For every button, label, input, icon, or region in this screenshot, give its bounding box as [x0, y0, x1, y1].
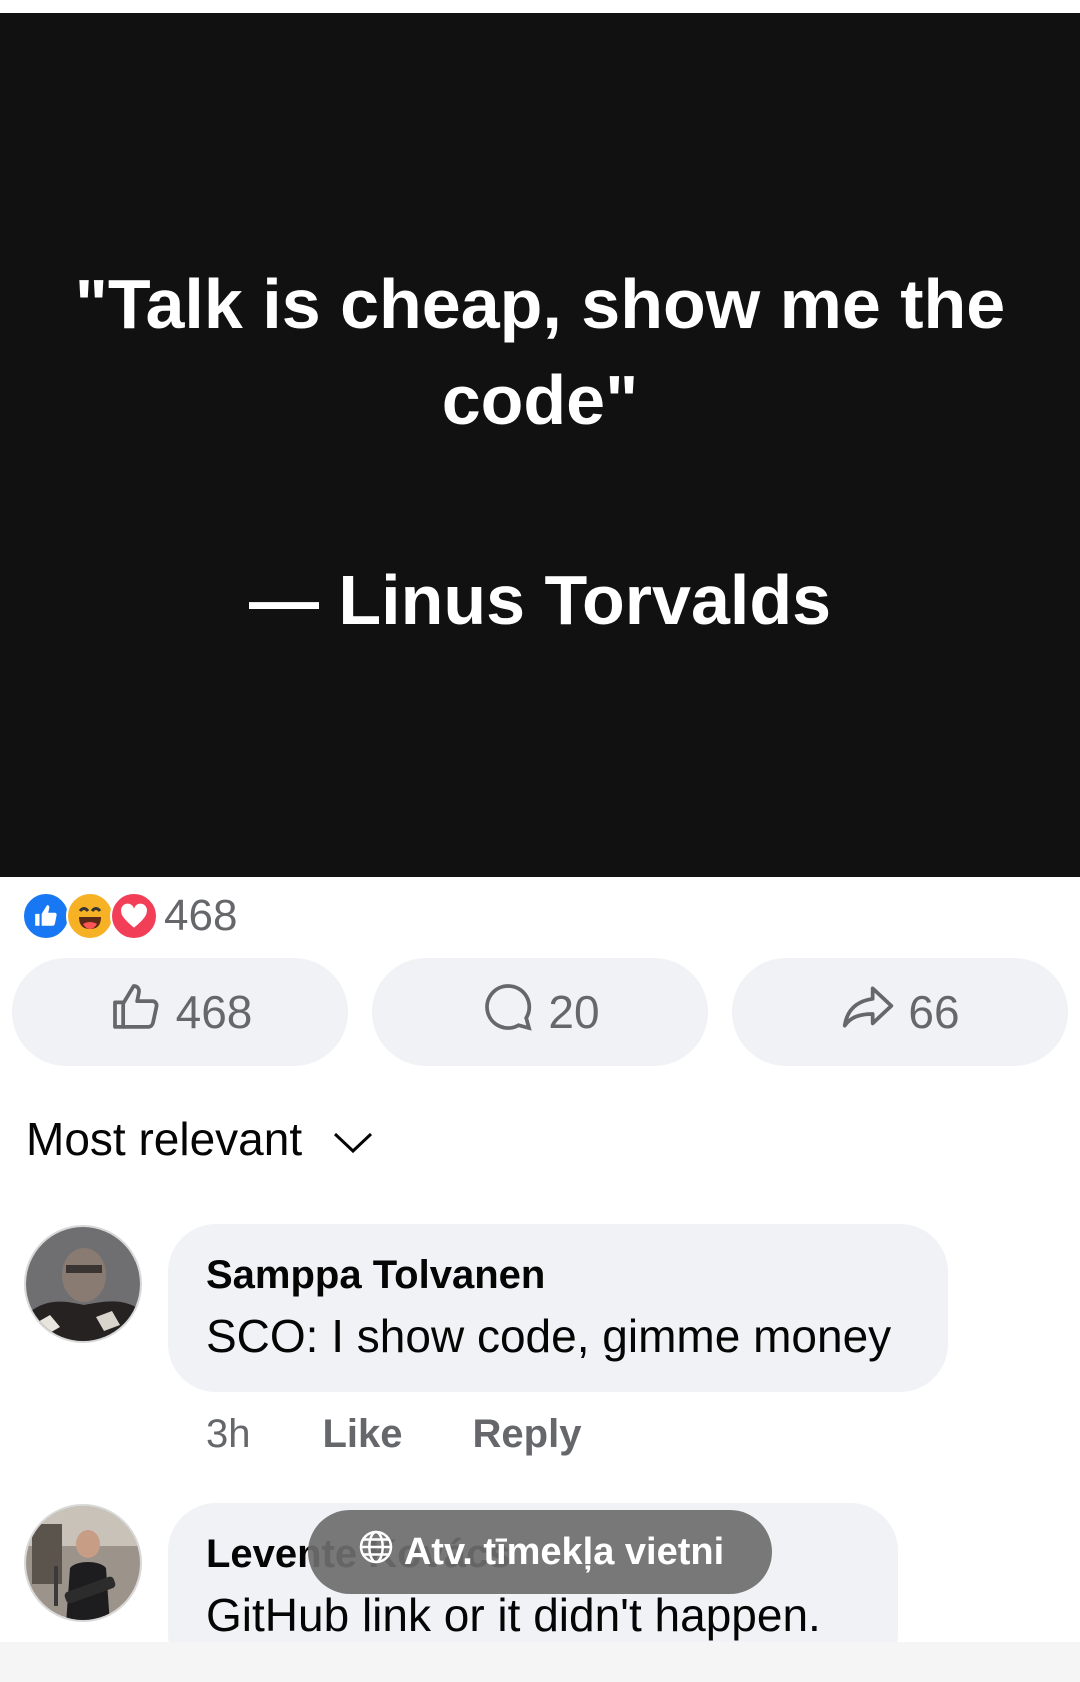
sort-label: Most relevant — [26, 1113, 303, 1165]
toast-label: Atv. tīmekļa vietni — [403, 1530, 725, 1573]
comment-button[interactable]: 20 — [372, 958, 708, 1066]
comment-bubble-icon — [480, 979, 548, 1046]
reaction-count: 468 — [164, 891, 238, 940]
comment-like-button[interactable]: Like — [323, 1412, 403, 1457]
quote-text: "Talk is cheap, show me the code" — [40, 256, 1040, 448]
quote-line-2: code" — [441, 361, 639, 439]
quote-line-1: "Talk is cheap, show me the — [74, 265, 1006, 343]
like-button[interactable]: 468 — [12, 958, 348, 1066]
haha-reaction-icon — [66, 892, 114, 940]
share-count: 66 — [908, 986, 960, 1038]
reactions-summary[interactable]: 468 — [22, 890, 237, 942]
thumbs-up-icon — [108, 979, 176, 1046]
comment-sort-dropdown[interactable]: Most relevant — [26, 1112, 374, 1166]
globe-icon — [356, 1527, 404, 1577]
avatar[interactable] — [24, 1225, 142, 1343]
share-button[interactable]: 66 — [732, 958, 1068, 1066]
bottom-bar — [0, 1642, 1080, 1682]
like-count: 468 — [175, 986, 253, 1038]
comment-count: 20 — [548, 986, 600, 1038]
like-reaction-icon — [22, 892, 70, 940]
comment-text: GitHub link or it didn't happen. — [206, 1589, 821, 1641]
comment-time[interactable]: 3h — [206, 1412, 251, 1457]
comment-text: SCO: I show code, gimme money — [206, 1310, 892, 1362]
avatar[interactable] — [24, 1504, 142, 1622]
comment-author[interactable]: Samppa Tolvanen — [206, 1250, 910, 1300]
share-arrow-icon — [840, 979, 908, 1046]
status-strip — [0, 0, 1080, 13]
comment-meta: 3h Like Reply — [206, 1412, 651, 1457]
comment-reply-button[interactable]: Reply — [473, 1412, 582, 1457]
open-website-toast[interactable]: Atv. tīmekļa vietni — [308, 1510, 772, 1594]
love-reaction-icon — [110, 892, 158, 940]
comment-bubble[interactable]: Samppa Tolvanen SCO: I show code, gimme … — [168, 1224, 948, 1392]
chevron-down-icon — [302, 1112, 374, 1166]
post-page: "Talk is cheap, show me the code" — Linu… — [0, 0, 1080, 1682]
quote-author: — Linus Torvalds — [248, 561, 832, 639]
post-image[interactable]: "Talk is cheap, show me the code" — Linu… — [0, 13, 1080, 877]
